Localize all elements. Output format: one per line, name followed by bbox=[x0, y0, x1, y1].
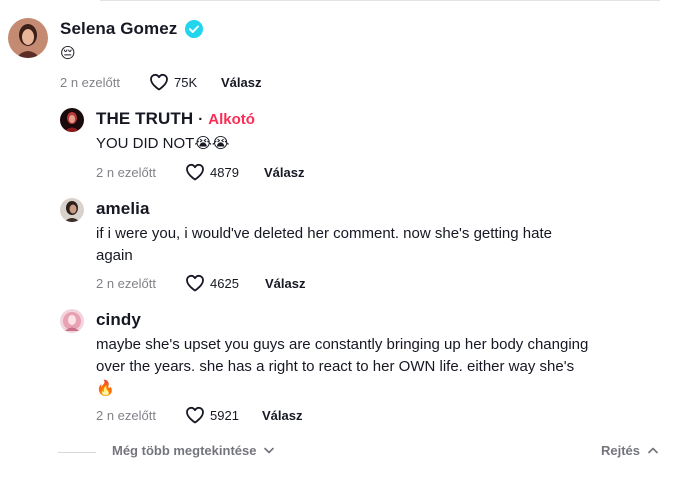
like-count: 4879 bbox=[210, 164, 239, 180]
reply-button[interactable]: Válasz bbox=[262, 408, 302, 423]
hide-replies-button[interactable]: Rejtés bbox=[601, 443, 658, 458]
username[interactable]: amelia bbox=[96, 199, 150, 219]
comment-text-line-2: again bbox=[96, 247, 133, 264]
avatar[interactable] bbox=[8, 18, 48, 58]
like-count: 75K bbox=[174, 74, 198, 90]
comment-text: 😔 bbox=[60, 45, 76, 62]
timestamp: 2 n ezelőtt bbox=[60, 74, 120, 90]
avatar[interactable] bbox=[60, 108, 84, 132]
top-divider bbox=[100, 0, 660, 1]
timestamp: 2 n ezelőtt bbox=[96, 275, 156, 291]
username[interactable]: cindy bbox=[96, 310, 141, 330]
comment-text-line-1: maybe she's upset you guys are constantl… bbox=[96, 336, 589, 353]
replies-footer: Még több megtekintése Rejtés bbox=[58, 440, 666, 462]
avatar[interactable] bbox=[60, 309, 84, 333]
like-button[interactable]: 4625 bbox=[185, 274, 265, 292]
reply-button[interactable]: Válasz bbox=[221, 75, 261, 90]
heart-icon bbox=[186, 163, 204, 181]
heart-icon bbox=[186, 274, 204, 292]
like-button[interactable]: 5921 bbox=[185, 406, 262, 424]
username[interactable]: THE TRUTH bbox=[96, 109, 193, 129]
view-more-label: Még több megtekintése bbox=[112, 443, 257, 458]
heart-icon bbox=[186, 406, 204, 424]
avatar[interactable] bbox=[60, 198, 84, 222]
chevron-down-icon bbox=[264, 447, 275, 454]
creator-badge: Alkotó bbox=[208, 110, 255, 128]
like-count: 5921 bbox=[210, 407, 239, 423]
username[interactable]: Selena Gomez bbox=[60, 19, 177, 39]
reply-button[interactable]: Válasz bbox=[264, 165, 304, 180]
separator-dot: · bbox=[198, 110, 204, 128]
timestamp: 2 n ezelőtt bbox=[96, 164, 156, 180]
comment-text-line-1: if i were you, i would've deleted her co… bbox=[96, 225, 552, 242]
timestamp: 2 n ezelőtt bbox=[96, 407, 156, 423]
like-count: 4625 bbox=[210, 275, 239, 291]
comment-text-line-3: 🔥 bbox=[96, 380, 115, 397]
hide-label: Rejtés bbox=[600, 443, 640, 458]
comment-text: YOU DID NOT😭😭 bbox=[96, 135, 230, 152]
verified-badge-icon bbox=[185, 20, 204, 38]
like-button[interactable]: 4879 bbox=[185, 163, 264, 181]
view-more-replies-button[interactable]: Még több megtekintése bbox=[112, 443, 275, 458]
heart-icon bbox=[150, 73, 168, 91]
chevron-up-icon bbox=[648, 447, 658, 454]
reply-button[interactable]: Válasz bbox=[265, 276, 305, 291]
like-button[interactable]: 75K bbox=[149, 73, 221, 91]
comment-text-line-2: over the years. she has a right to react… bbox=[96, 358, 575, 375]
footer-divider bbox=[58, 452, 96, 453]
